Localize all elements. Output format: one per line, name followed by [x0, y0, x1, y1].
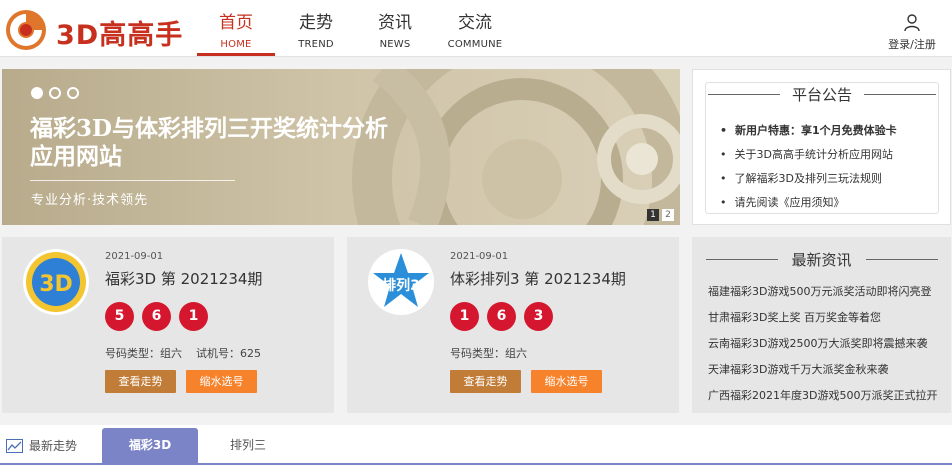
news-item[interactable]: 甘肃福彩3D奖上奖 百万奖金等着您	[708, 305, 937, 331]
nav-home-sublabel: HOME	[220, 39, 252, 50]
tab-fc3d[interactable]: 福彩3D	[102, 428, 198, 463]
top-header: 3D高高手 首页 HOME 走势 TREND 资讯 NEWS 交流 COMMUN…	[0, 0, 952, 57]
nav-commune-sublabel: COMMUNE	[447, 39, 503, 50]
draw-issue: 体彩排列3 第 2021234期	[450, 270, 626, 288]
number-ball: 5	[105, 302, 134, 331]
winning-numbers: 5 6 1	[105, 302, 208, 331]
number-ball: 3	[524, 302, 553, 331]
banner-divider	[30, 180, 235, 181]
nav-trend[interactable]: 走势 TREND	[277, 12, 355, 52]
news-item[interactable]: 福建福彩3D游戏500万元派奖活动即将闪亮登	[708, 279, 937, 305]
user-icon	[904, 14, 920, 32]
news-item[interactable]: 广西福彩2021年度3D游戏500万派奖正式拉开	[708, 383, 937, 409]
nav-commune[interactable]: 交流 COMMUNE	[436, 12, 514, 52]
logo-text[interactable]: 3D高高手	[56, 13, 183, 52]
number-type: 号码类型：组六	[105, 347, 182, 360]
nav-home-label: 首页	[219, 13, 253, 33]
nav-active-indicator	[197, 53, 275, 56]
trend-tabs-bar: 最新走势 福彩3D 排列三	[0, 425, 952, 466]
svg-text:3D: 3D	[39, 272, 73, 297]
announcement-box: 平台公告 新用户特惠：享1个月免费体验卡 关于3D高高手统计分析应用网站 了解福…	[705, 82, 939, 214]
news-item[interactable]: 天津福彩3D游戏千万大派奖金秋来袭	[708, 357, 937, 383]
announcement-panel: 平台公告 新用户特惠：享1个月免费体验卡 关于3D高高手统计分析应用网站 了解福…	[692, 69, 951, 225]
tab-pl3[interactable]: 排列三	[200, 428, 296, 463]
number-ball: 1	[179, 302, 208, 331]
login-register-button[interactable]: 登录/注册	[884, 14, 940, 52]
draw-meta: 号码类型：组六	[450, 345, 527, 361]
draw-issue: 福彩3D 第 2021234期	[105, 270, 263, 288]
nav-home[interactable]: 首页 HOME	[197, 12, 275, 52]
number-ball: 6	[142, 302, 171, 331]
view-trend-button[interactable]: 查看走势	[105, 370, 176, 393]
carousel-dot-1[interactable]	[31, 87, 43, 99]
banner-page-1[interactable]: 1	[647, 209, 659, 221]
draw-date: 2021-09-01	[450, 251, 509, 262]
login-register-label: 登录/注册	[888, 38, 936, 51]
hero-banner[interactable]: 福彩3D与体彩排列三开奖统计分析应用网站 专业分析·技术领先 1 2	[2, 69, 680, 225]
logo-icon[interactable]	[4, 8, 48, 52]
latest-news-panel: 最新资讯 福建福彩3D游戏500万元派奖活动即将闪亮登 甘肃福彩3D奖上奖 百万…	[692, 237, 951, 413]
view-trend-button[interactable]: 查看走势	[450, 370, 521, 393]
number-type: 号码类型：组六	[450, 347, 527, 360]
fucai-3d-logo-icon: 3D	[23, 249, 89, 315]
draw-meta: 号码类型：组六 试机号：625	[105, 345, 261, 361]
announcement-item[interactable]: 关于3D高高手统计分析应用网站	[720, 143, 897, 167]
trend-chart-icon	[6, 438, 23, 453]
nav-news-label: 资讯	[378, 13, 412, 33]
carousel-dot-3[interactable]	[67, 87, 79, 99]
nav-news-sublabel: NEWS	[379, 39, 411, 50]
banner-pager: 1 2	[647, 209, 674, 221]
pailie3-logo-icon: 排列3	[368, 249, 434, 315]
number-ball: 1	[450, 302, 479, 331]
nav-trend-label: 走势	[299, 13, 333, 33]
carousel-dot-2[interactable]	[49, 87, 61, 99]
news-list: 福建福彩3D游戏500万元派奖活动即将闪亮登 甘肃福彩3D奖上奖 百万奖金等着您…	[708, 279, 937, 409]
announcement-list: 新用户特惠：享1个月免费体验卡 关于3D高高手统计分析应用网站 了解福彩3D及排…	[720, 119, 897, 215]
carousel-dots	[31, 87, 79, 99]
banner-subtitle: 专业分析·技术领先	[31, 193, 149, 208]
banner-title: 福彩3D与体彩排列三开奖统计分析应用网站	[30, 115, 388, 170]
svg-text:排列3: 排列3	[382, 277, 420, 294]
nav-commune-label: 交流	[458, 13, 492, 33]
latest-trend-link[interactable]: 最新走势	[6, 437, 77, 454]
lottery-card-fc3d: 3D 2021-09-01 福彩3D 第 2021234期 5 6 1 号码类型…	[2, 237, 334, 413]
latest-news-title: 最新资讯	[791, 251, 852, 269]
winning-numbers: 1 6 3	[450, 302, 553, 331]
tabs-underline	[0, 463, 952, 465]
announcement-item[interactable]: 请先阅读《应用须知》	[720, 191, 897, 215]
announcement-item[interactable]: 了解福彩3D及排列三玩法规则	[720, 167, 897, 191]
number-ball: 6	[487, 302, 516, 331]
shrink-pick-button[interactable]: 缩水选号	[186, 370, 257, 393]
news-item[interactable]: 云南福彩3D游戏2500万大派奖即将震撼来袭	[708, 331, 937, 357]
lottery-card-pl3: 排列3 2021-09-01 体彩排列3 第 2021234期 1 6 3 号码…	[347, 237, 679, 413]
announcement-item[interactable]: 新用户特惠：享1个月免费体验卡	[720, 119, 897, 143]
announcement-title: 平台公告	[791, 86, 852, 104]
nav-news[interactable]: 资讯 NEWS	[356, 12, 434, 52]
nav-trend-sublabel: TREND	[298, 39, 334, 50]
trial-number: 试机号：625	[196, 347, 261, 360]
latest-trend-label: 最新走势	[29, 439, 78, 453]
draw-date: 2021-09-01	[105, 251, 164, 262]
shrink-pick-button[interactable]: 缩水选号	[531, 370, 602, 393]
banner-page-2[interactable]: 2	[662, 209, 674, 221]
